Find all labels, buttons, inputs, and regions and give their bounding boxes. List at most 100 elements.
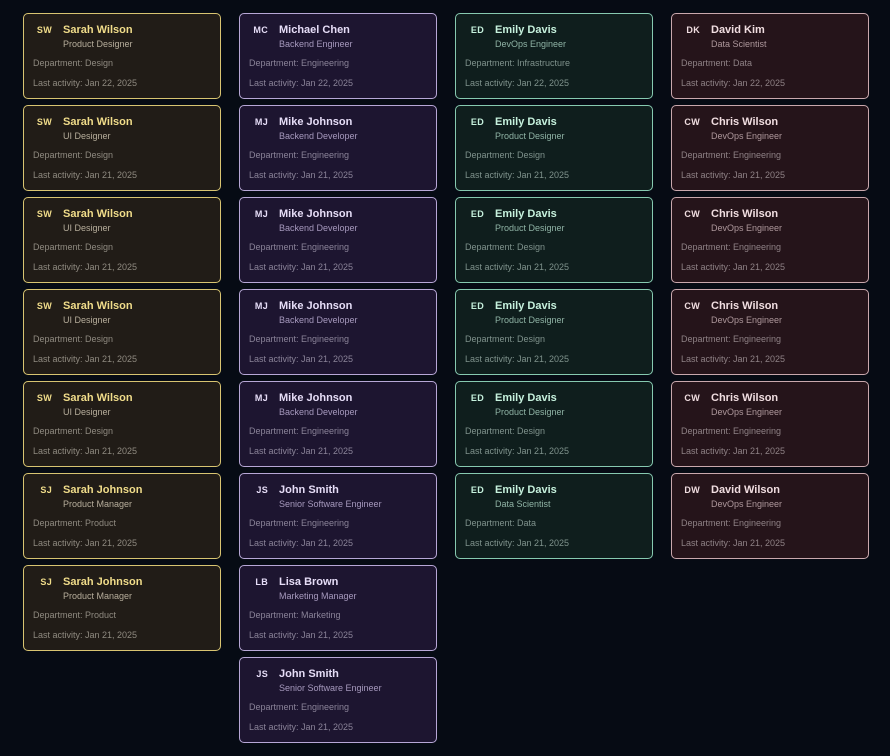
avatar-initials: MJ: [254, 301, 268, 311]
last-activity: Last activity: Jan 21, 2025: [249, 262, 354, 272]
member-department: Department: Design: [465, 334, 546, 344]
member-card[interactable]: LB Lisa Brown Marketing Manager Department:…: [239, 565, 437, 651]
last-activity: Last activity: Jan 22, 2025: [681, 78, 786, 88]
member-department: Department: Engineering: [249, 242, 350, 252]
member-card[interactable]: SW Sarah Wilson UI Designer Department: Des…: [23, 381, 221, 467]
member-name: Mike Johnson: [279, 116, 353, 128]
last-activity: Last activity: Jan 21, 2025: [681, 538, 786, 548]
member-card[interactable]: MJ Mike Johnson Backend Developer Departmen…: [239, 381, 437, 467]
member-card[interactable]: MJ Mike Johnson Backend Developer Departmen…: [239, 105, 437, 191]
member-role: Product Manager: [63, 499, 133, 509]
member-role: Backend Developer: [279, 131, 358, 141]
avatar-initials: ED: [470, 117, 484, 127]
member-card[interactable]: SJ Sarah Johnson Product Manager Department…: [23, 473, 221, 559]
member-card[interactable]: SJ Sarah Johnson Product Manager Department…: [23, 565, 221, 651]
avatar-initials: JS: [256, 669, 268, 679]
member-name: Emily Davis: [495, 392, 557, 404]
member-card[interactable]: JS John Smith Senior Software Engineer Depa…: [239, 473, 437, 559]
last-activity: Last activity: Jan 21, 2025: [33, 446, 138, 456]
member-role: Senior Software Engineer: [279, 499, 382, 509]
member-department: Department: Design: [33, 150, 114, 160]
avatar-initials: SJ: [40, 577, 52, 587]
member-card[interactable]: ED Emily Davis Product Designer Department:…: [455, 289, 653, 375]
member-card[interactable]: SW Sarah Wilson UI Designer Department: Des…: [23, 289, 221, 375]
last-activity: Last activity: Jan 21, 2025: [249, 538, 354, 548]
member-name: Chris Wilson: [711, 208, 779, 220]
member-department: Department: Design: [33, 334, 114, 344]
member-role: Marketing Manager: [279, 591, 357, 601]
member-role: DevOps Engineer: [711, 223, 783, 233]
member-role: UI Designer: [63, 315, 111, 325]
member-card[interactable]: DK David Kim Data Scientist Department: Dat…: [671, 13, 869, 99]
member-role: Backend Developer: [279, 315, 358, 325]
member-card[interactable]: DW David Wilson DevOps Engineer Department:…: [671, 473, 869, 559]
member-role: Product Designer: [495, 223, 565, 233]
member-card[interactable]: ED Emily Davis Data Scientist Department: D…: [455, 473, 653, 559]
member-department: Department: Engineering: [681, 426, 782, 436]
member-card[interactable]: CW Chris Wilson DevOps Engineer Department:…: [671, 381, 869, 467]
member-card[interactable]: MJ Mike Johnson Backend Developer Departmen…: [239, 289, 437, 375]
avatar-initials: MJ: [254, 117, 268, 127]
member-name: David Wilson: [711, 484, 780, 496]
member-department: Department: Engineering: [249, 426, 350, 436]
avatar-initials: MJ: [254, 209, 268, 219]
member-card[interactable]: ED Emily Davis Product Designer Department:…: [455, 105, 653, 191]
member-card[interactable]: MC Michael Chen Backend Engineer Department…: [239, 13, 437, 99]
member-department: Department: Engineering: [249, 150, 350, 160]
last-activity: Last activity: Jan 21, 2025: [249, 446, 354, 456]
member-card[interactable]: MJ Mike Johnson Backend Developer Departmen…: [239, 197, 437, 283]
last-activity: Last activity: Jan 22, 2025: [465, 78, 570, 88]
member-department: Department: Design: [33, 58, 114, 68]
member-department: Department: Engineering: [249, 58, 350, 68]
member-role: DevOps Engineer: [711, 315, 783, 325]
avatar-initials: ED: [470, 301, 484, 311]
member-name: Michael Chen: [279, 24, 350, 36]
member-card[interactable]: ED Emily Davis Product Designer Department:…: [455, 197, 653, 283]
member-department: Department: Design: [465, 426, 546, 436]
avatar-initials: CW: [684, 301, 700, 311]
member-card[interactable]: SW Sarah Wilson Product Designer Department…: [23, 13, 221, 99]
last-activity: Last activity: Jan 21, 2025: [249, 630, 354, 640]
member-role: Product Designer: [495, 131, 565, 141]
member-name: Mike Johnson: [279, 300, 353, 312]
member-role: Senior Software Engineer: [279, 683, 382, 693]
member-name: John Smith: [279, 668, 339, 680]
member-card[interactable]: JS John Smith Senior Software Engineer Depa…: [239, 657, 437, 743]
member-department: Department: Infrastructure: [465, 58, 571, 68]
member-role: Product Designer: [495, 315, 565, 325]
member-department: Department: Engineering: [249, 518, 350, 528]
last-activity: Last activity: Jan 22, 2025: [249, 78, 354, 88]
last-activity: Last activity: Jan 21, 2025: [465, 354, 570, 364]
member-name: Chris Wilson: [711, 116, 779, 128]
member-department: Department: Design: [33, 242, 114, 252]
last-activity: Last activity: Jan 21, 2025: [249, 354, 354, 364]
member-name: Emily Davis: [495, 116, 557, 128]
member-card[interactable]: ED Emily Davis DevOps Engineer Department: …: [455, 13, 653, 99]
member-department: Department: Engineering: [681, 518, 782, 528]
column-3: DK David Kim Data Scientist Department: Dat…: [671, 13, 869, 565]
last-activity: Last activity: Jan 21, 2025: [33, 354, 138, 364]
member-role: Data Scientist: [495, 499, 551, 509]
member-role: Backend Developer: [279, 223, 358, 233]
member-department: Department: Engineering: [249, 702, 350, 712]
avatar-initials: SW: [36, 301, 52, 311]
avatar-initials: CW: [684, 209, 700, 219]
member-role: Product Designer: [495, 407, 565, 417]
member-card[interactable]: CW Chris Wilson DevOps Engineer Department:…: [671, 289, 869, 375]
member-card[interactable]: ED Emily Davis Product Designer Department:…: [455, 381, 653, 467]
avatar-initials: CW: [684, 117, 700, 127]
member-name: John Smith: [279, 484, 339, 496]
kanban-board: SW Sarah Wilson Product Designer Department…: [0, 0, 890, 756]
member-department: Department: Design: [33, 426, 114, 436]
member-department: Department: Engineering: [681, 150, 782, 160]
member-card[interactable]: SW Sarah Wilson UI Designer Department: Des…: [23, 197, 221, 283]
avatar-initials: LB: [255, 577, 268, 587]
member-card[interactable]: SW Sarah Wilson UI Designer Department: Des…: [23, 105, 221, 191]
avatar-initials: ED: [470, 209, 484, 219]
last-activity: Last activity: Jan 21, 2025: [33, 170, 138, 180]
member-card[interactable]: CW Chris Wilson DevOps Engineer Department:…: [671, 105, 869, 191]
member-card[interactable]: CW Chris Wilson DevOps Engineer Department:…: [671, 197, 869, 283]
last-activity: Last activity: Jan 21, 2025: [681, 446, 786, 456]
last-activity: Last activity: Jan 21, 2025: [681, 170, 786, 180]
member-name: Emily Davis: [495, 208, 557, 220]
